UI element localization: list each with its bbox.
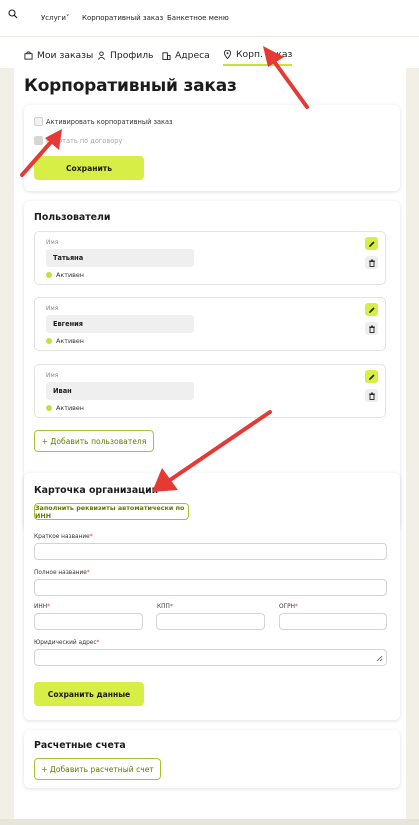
user-name: Татьяна: [46, 249, 194, 267]
edit-user-button[interactable]: [365, 237, 378, 250]
user-item: Имя Татьяна Активен: [34, 231, 386, 285]
account-tabs: Мои заказы Профиль Адреса Корп. заказ: [0, 37, 419, 68]
status-dot: [46, 338, 52, 344]
page-title: Корпоративный заказ: [24, 76, 237, 96]
user-name: Евгения: [46, 315, 194, 333]
users-title: Пользователи: [34, 212, 111, 223]
organization-card: Карточка организации Заполнить реквизиты…: [24, 473, 400, 720]
top-navigation: Услуги˅ Корпоративный заказ Банкетное ме…: [0, 0, 419, 37]
user-status: Активен: [46, 337, 84, 345]
edit-user-button[interactable]: [365, 303, 378, 316]
resize-handle-icon[interactable]: [376, 655, 383, 662]
nav-link-banquet-menu[interactable]: Банкетное меню: [167, 14, 229, 22]
organization-title: Карточка организации: [34, 485, 159, 496]
short-name-label: Краткое название*: [34, 534, 93, 540]
save-button[interactable]: Сохранить: [34, 156, 144, 180]
inn-input[interactable]: [34, 613, 143, 630]
kpp-input[interactable]: [156, 613, 265, 630]
name-field-label: Имя: [46, 373, 59, 379]
checkbox-box: [34, 136, 43, 145]
delete-user-button[interactable]: [365, 322, 378, 335]
bank-accounts-title: Расчетные счета: [34, 740, 126, 751]
pencil-icon: [368, 306, 375, 313]
autofill-by-inn-button[interactable]: Заполнить реквизиты автоматически по ИНН: [34, 503, 189, 520]
user-name: Иван: [46, 382, 194, 400]
short-name-input[interactable]: [34, 543, 387, 560]
user-status: Активен: [46, 404, 84, 412]
contract-label: Работать по договору: [46, 136, 123, 145]
delete-user-button[interactable]: [365, 256, 378, 269]
ogrn-label: ОГРН*: [279, 604, 298, 610]
name-field-label: Имя: [46, 240, 59, 246]
trash-icon: [368, 325, 375, 333]
location-pin-icon: [223, 49, 232, 59]
pencil-icon: [368, 373, 375, 380]
status-dot: [46, 405, 52, 411]
tab-profile[interactable]: Профиль: [97, 44, 153, 66]
user-icon: [97, 50, 106, 60]
chevron-down-icon: ˅: [65, 14, 70, 22]
search-icon[interactable]: [8, 9, 18, 19]
main-content: Корпоративный заказ Активировать корпора…: [14, 68, 406, 825]
footer-strip: [0, 819, 419, 825]
inn-label: ИНН*: [34, 604, 50, 610]
bank-accounts-card: Расчетные счета + Добавить расчетный сче…: [24, 730, 400, 788]
building-icon: [162, 51, 171, 60]
user-status: Активен: [46, 271, 84, 279]
legal-address-label: Юридический адрес*: [34, 640, 100, 646]
save-data-button[interactable]: Сохранить данные: [34, 682, 144, 706]
corporate-activation-card: Активировать корпоративный заказ Работат…: [24, 105, 400, 191]
kpp-label: КПП*: [157, 604, 173, 610]
bag-icon: [24, 50, 33, 60]
tab-my-orders[interactable]: Мои заказы: [24, 44, 93, 66]
user-item: Имя Иван Активен: [34, 364, 386, 418]
full-name-input[interactable]: [34, 579, 387, 596]
trash-icon: [368, 259, 375, 267]
checkbox-box[interactable]: [34, 117, 43, 126]
contract-checkbox: Работать по договору: [34, 136, 122, 145]
add-user-button[interactable]: + Добавить пользователя: [34, 430, 154, 452]
pencil-icon: [368, 240, 375, 247]
delete-user-button[interactable]: [365, 389, 378, 402]
name-field-label: Имя: [46, 306, 59, 312]
tab-addresses[interactable]: Адреса: [162, 44, 210, 66]
edit-user-button[interactable]: [365, 370, 378, 383]
legal-address-textarea[interactable]: [34, 649, 387, 666]
nav-link-services[interactable]: Услуги˅: [41, 14, 69, 22]
status-dot: [46, 272, 52, 278]
activate-corporate-checkbox[interactable]: Активировать корпоративный заказ: [34, 117, 173, 126]
nav-link-corporate-order[interactable]: Корпоративный заказ: [82, 14, 163, 22]
ogrn-input[interactable]: [279, 613, 387, 630]
activate-corporate-label: Активировать корпоративный заказ: [46, 117, 173, 126]
tab-corporate-order[interactable]: Корп. заказ: [223, 44, 293, 66]
trash-icon: [368, 392, 375, 400]
user-item: Имя Евгения Активен: [34, 297, 386, 351]
full-name-label: Полное название*: [34, 570, 90, 576]
add-bank-account-button[interactable]: + Добавить расчетный счет: [34, 758, 161, 780]
